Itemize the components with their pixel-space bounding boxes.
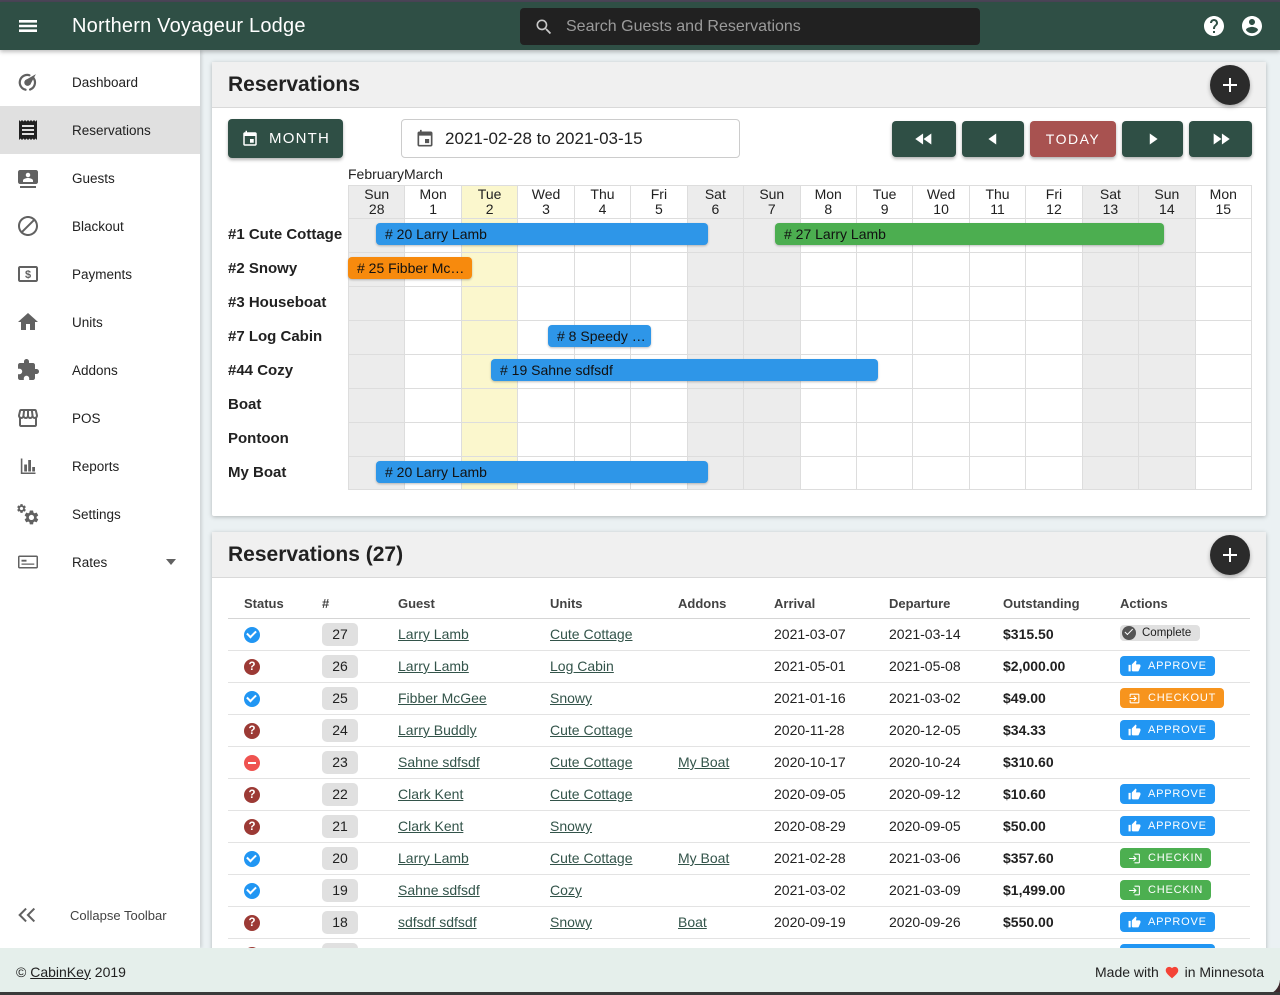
svg-text:$: $ bbox=[25, 269, 31, 281]
